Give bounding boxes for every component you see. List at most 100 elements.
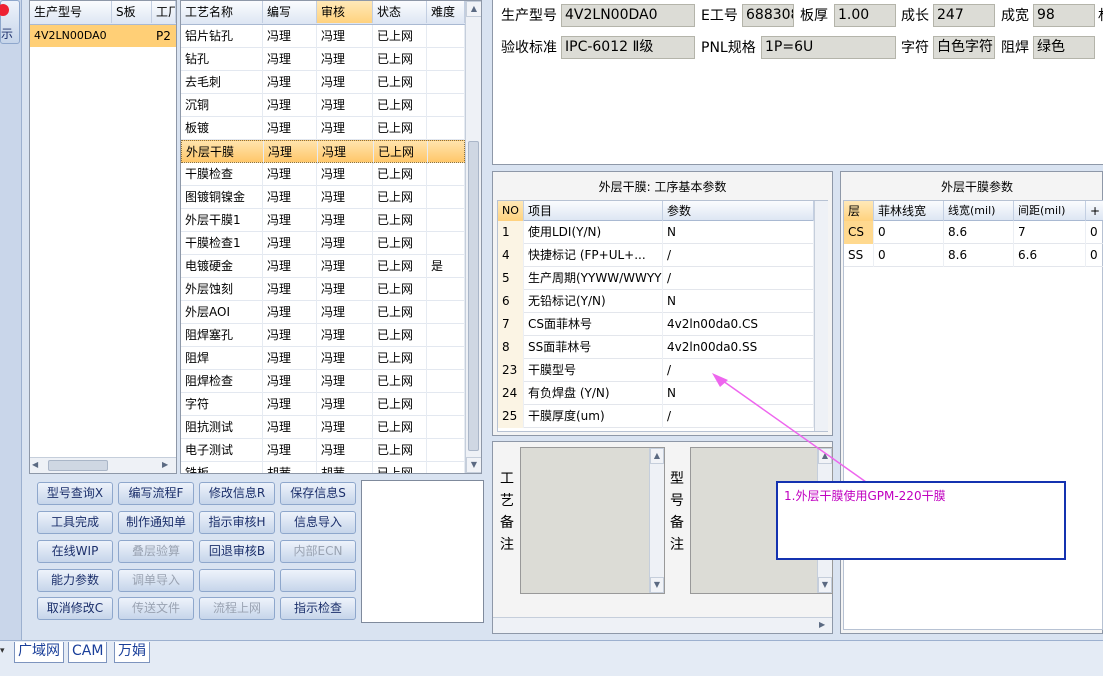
scroll-down-arrow[interactable]: ▼	[466, 457, 481, 473]
button-2[interactable]: 修改信息R	[199, 482, 275, 505]
process-row[interactable]: 沉铜 冯理 冯理 已上网	[181, 94, 465, 117]
header-param[interactable]: 参数	[663, 201, 814, 221]
header-plus[interactable]: +	[1086, 201, 1103, 221]
param-row[interactable]: 7 CS面菲林号 4v2ln00da0.CS	[498, 313, 814, 336]
header-s-board[interactable]: S板	[112, 1, 152, 23]
scroll-up-arrow[interactable]: ▲	[650, 448, 664, 464]
button-16[interactable]: 取消修改C	[37, 597, 113, 620]
empty-button-14[interactable]	[199, 569, 275, 592]
button-13[interactable]: 调单导入	[118, 569, 194, 592]
header-writer[interactable]: 编写	[263, 1, 317, 23]
tab-cam[interactable]: CAM	[68, 642, 108, 663]
left-edge-button[interactable]: 示	[0, 0, 20, 44]
header-line-width[interactable]: 线宽(mil)	[944, 201, 1014, 221]
process-row[interactable]: 电镀硬金 冯理 冯理 已上网是	[181, 255, 465, 278]
button-19[interactable]: 指示检查	[280, 597, 356, 620]
button-1[interactable]: 编写流程F	[118, 482, 194, 505]
vscroll-thumb[interactable]	[468, 141, 479, 451]
process-row[interactable]: 阻焊检查 冯理 冯理 已上网	[181, 370, 465, 393]
film-row[interactable]: SS 0 8.6 6.6 0	[844, 244, 1103, 267]
button-9[interactable]: 叠层验算	[118, 540, 194, 563]
difficulty-cell	[428, 141, 466, 164]
scroll-down-arrow[interactable]: ▼	[650, 577, 664, 593]
scroll-down-arrow[interactable]: ▼	[818, 577, 832, 593]
empty-button-15[interactable]	[280, 569, 356, 592]
button-7[interactable]: 信息导入	[280, 511, 356, 534]
param-value-cell: N	[663, 290, 814, 313]
process-name-cell: 铣板	[181, 462, 263, 473]
scroll-right-arrow[interactable]: ▶	[819, 620, 825, 629]
difficulty-cell	[427, 416, 465, 439]
process-row[interactable]: 干膜检查 冯理 冯理 已上网	[181, 163, 465, 186]
tab-scroll-arrow[interactable]: ▾	[0, 646, 5, 656]
reviewer-cell: 胡茜	[317, 462, 373, 473]
process-remark-memo[interactable]: ▲ ▼	[520, 447, 665, 594]
button-18[interactable]: 流程上网	[199, 597, 275, 620]
scroll-right-arrow[interactable]: ▶	[162, 460, 168, 469]
process-row[interactable]: 阻焊 冯理 冯理 已上网	[181, 347, 465, 370]
process-row[interactable]: 外层AOI 冯理 冯理 已上网	[181, 301, 465, 324]
button-17[interactable]: 传送文件	[118, 597, 194, 620]
process-row[interactable]: 铣板 胡茜 胡茜 已上网	[181, 462, 465, 473]
width-value: 98	[1033, 4, 1095, 27]
tab-wan[interactable]: 广域网	[14, 642, 64, 663]
header-film-width[interactable]: 菲林线宽	[874, 201, 944, 221]
process-row[interactable]: 电子测试 冯理 冯理 已上网	[181, 439, 465, 462]
param-no-cell: 7	[498, 313, 524, 336]
reviewer-cell: 冯理	[317, 393, 373, 416]
process-remark-vscroll[interactable]: ▲ ▼	[649, 448, 664, 593]
process-row[interactable]: 阻抗测试 冯理 冯理 已上网	[181, 416, 465, 439]
header-reviewer[interactable]: 审核	[317, 1, 373, 23]
button-8[interactable]: 在线WIP	[37, 540, 113, 563]
process-row[interactable]: 字符 冯理 冯理 已上网	[181, 393, 465, 416]
difficulty-cell	[427, 462, 465, 473]
button-3[interactable]: 保存信息S	[280, 482, 356, 505]
header-no[interactable]: NO	[498, 201, 524, 221]
param-row[interactable]: 4 快捷标记 (FP+UL+... /	[498, 244, 814, 267]
param-row[interactable]: 8 SS面菲林号 4v2ln00da0.SS	[498, 336, 814, 359]
button-6[interactable]: 指示审核H	[199, 511, 275, 534]
button-0[interactable]: 型号查询X	[37, 482, 113, 505]
status-cell: 已上网	[373, 370, 427, 393]
model-list-hscroll[interactable]: ◀ ▶	[30, 457, 176, 473]
button-12[interactable]: 能力参数	[37, 569, 113, 592]
reviewer-cell: 冯理	[317, 301, 373, 324]
header-process[interactable]: 工艺名称	[181, 1, 263, 23]
button-11[interactable]: 内部ECN	[280, 540, 356, 563]
header-item[interactable]: 项目	[524, 201, 663, 221]
header-factory[interactable]: 工厂	[152, 1, 176, 23]
process-list-vscroll[interactable]: ▲ ▼	[465, 1, 481, 473]
param-row[interactable]: 1 使用LDI(Y/N) N	[498, 221, 814, 244]
button-5[interactable]: 制作通知单	[118, 511, 194, 534]
process-row[interactable]: 去毛刺 冯理 冯理 已上网	[181, 71, 465, 94]
process-row[interactable]: 外层蚀刻 冯理 冯理 已上网	[181, 278, 465, 301]
process-row[interactable]: 阻焊塞孔 冯理 冯理 已上网	[181, 324, 465, 347]
tab-wanjuan[interactable]: 万娟	[114, 642, 150, 663]
scroll-left-arrow[interactable]: ◀	[32, 460, 38, 469]
remarks-hscroll[interactable]: ▶	[493, 617, 832, 633]
header-layer[interactable]: 层	[844, 201, 874, 221]
header-difficulty[interactable]: 难度	[427, 1, 465, 23]
status-cell: 已上网	[374, 141, 428, 164]
writer-cell: 冯理	[263, 370, 317, 393]
button-4[interactable]: 工具完成	[37, 511, 113, 534]
header-status[interactable]: 状态	[373, 1, 427, 23]
param-row[interactable]: 5 生产周期(YYWW/WWYY) /	[498, 267, 814, 290]
process-row[interactable]: 外层干膜1 冯理 冯理 已上网	[181, 209, 465, 232]
scroll-up-arrow[interactable]: ▲	[466, 1, 481, 17]
button-10[interactable]: 回退审核B	[199, 540, 275, 563]
param-row[interactable]: 6 无铅标记(Y/N) N	[498, 290, 814, 313]
basic-params-header: NO 项目 参数	[498, 201, 814, 221]
process-list-panel: 工艺名称 编写 审核 状态 难度 铝片钻孔 冯理 冯理 已上网 钻孔 冯理 冯理 已上网 去毛刺…	[180, 0, 482, 474]
hscroll-thumb[interactable]	[48, 460, 108, 471]
process-row[interactable]: 铝片钻孔 冯理 冯理 已上网	[181, 25, 465, 48]
process-row[interactable]: 外层干膜 冯理 冯理 已上网	[181, 140, 466, 164]
film-row[interactable]: CS 0 8.6 7 0	[844, 221, 1103, 244]
model-list-row[interactable]: 4V2LN00DA0 P2	[30, 25, 176, 47]
process-row[interactable]: 图镀铜镍金 冯理 冯理 已上网	[181, 186, 465, 209]
process-row[interactable]: 钻孔 冯理 冯理 已上网	[181, 48, 465, 71]
process-row[interactable]: 干膜检查1 冯理 冯理 已上网	[181, 232, 465, 255]
header-model[interactable]: 生产型号	[30, 1, 112, 23]
header-spacing[interactable]: 间距(mil)	[1014, 201, 1086, 221]
process-row[interactable]: 板镀 冯理 冯理 已上网	[181, 117, 465, 140]
